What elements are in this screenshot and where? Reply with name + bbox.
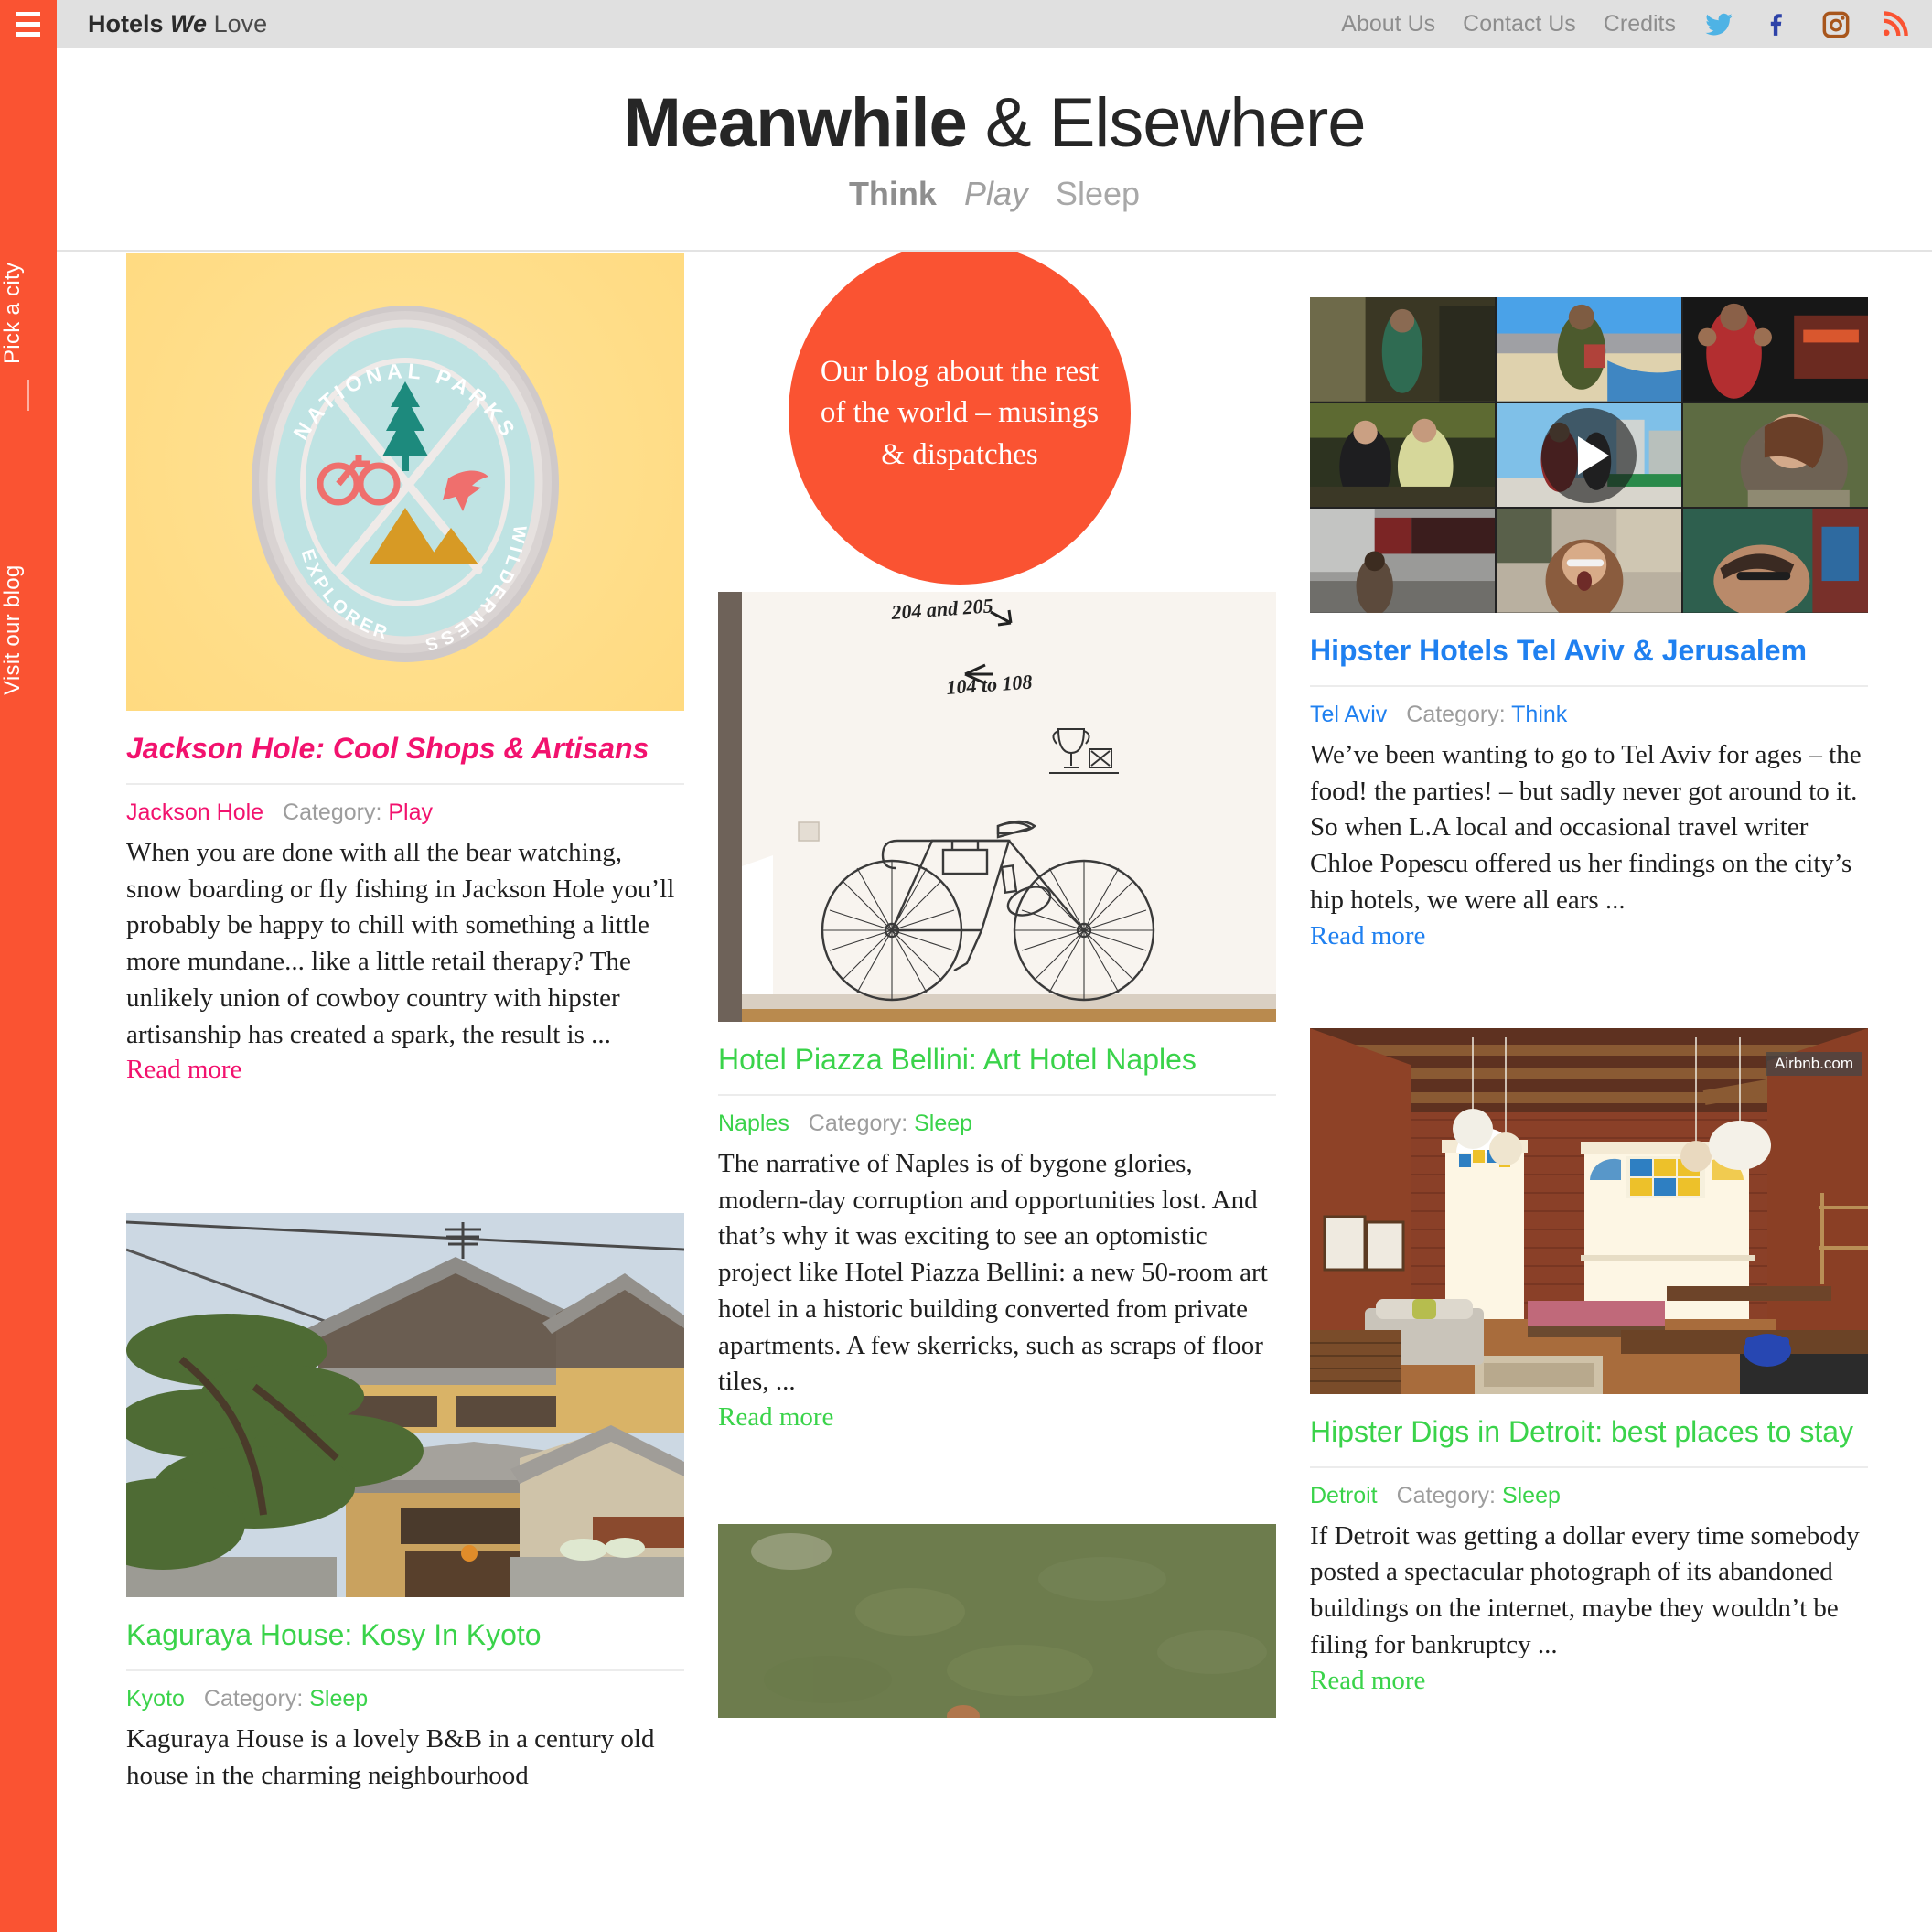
hamburger-bar bbox=[16, 32, 40, 37]
video-tile bbox=[1683, 297, 1868, 402]
video-tile bbox=[1497, 297, 1681, 402]
image-watermark: Airbnb.com bbox=[1766, 1051, 1862, 1076]
masthead: Meanwhile & Elsewhere Think Play Sleep bbox=[57, 48, 1932, 252]
article-title-naples[interactable]: Hotel Piazza Bellini: Art Hotel Naples bbox=[718, 1022, 1276, 1097]
article-card-kyoto[interactable]: Kaguraya House: Kosy In Kyoto Kyoto Cate… bbox=[126, 1213, 684, 1794]
read-more-link-naples[interactable]: Read more bbox=[718, 1402, 833, 1433]
title-meanwhile: Meanwhile bbox=[623, 84, 967, 162]
hamburger-bar bbox=[16, 12, 40, 16]
tagline-think[interactable]: Think bbox=[849, 175, 937, 213]
article-category[interactable]: Sleep bbox=[914, 1111, 972, 1136]
site-logo[interactable]: Hotels We Love bbox=[88, 10, 267, 38]
logo-word-hotels: Hotels bbox=[88, 10, 164, 38]
article-meta-kyoto: Kyoto Category: Sleep bbox=[126, 1671, 684, 1722]
sidebar-pick-a-city[interactable]: Pick a city bbox=[0, 99, 57, 364]
article-title-detroit[interactable]: Hipster Digs in Detroit: best places to … bbox=[1310, 1394, 1868, 1468]
article-card-naples[interactable]: 204 and 205 104 to 108 Hotel Piazza Bell… bbox=[718, 592, 1276, 1433]
article-excerpt-naples: The narrative of Naples is of bygone glo… bbox=[718, 1149, 1268, 1397]
read-more-link-tel-aviv[interactable]: Read more bbox=[1310, 921, 1425, 951]
article-category-label: Category: bbox=[808, 1111, 908, 1137]
article-place[interactable]: Kyoto bbox=[126, 1686, 185, 1712]
article-category[interactable]: Sleep bbox=[1502, 1483, 1561, 1508]
article-place[interactable]: Tel Aviv bbox=[1310, 702, 1387, 727]
article-category[interactable]: Sleep bbox=[309, 1686, 368, 1712]
article-category[interactable]: Play bbox=[388, 800, 433, 825]
top-bar: Hotels We Love About Us Contact Us Credi… bbox=[57, 0, 1932, 48]
blog-promo-text: Our blog about the rest of the world – m… bbox=[820, 354, 1100, 471]
read-more-link-jackson-hole[interactable]: Read more bbox=[126, 1055, 242, 1085]
article-image-tel-aviv[interactable] bbox=[1310, 297, 1868, 613]
article-title-jackson-hole[interactable]: Jackson Hole: Cool Shops & Artisans bbox=[126, 711, 684, 786]
article-excerpt-detroit: If Detroit was getting a dollar every ti… bbox=[1310, 1520, 1860, 1659]
article-category-label: Category: bbox=[203, 1686, 304, 1712]
rss-icon[interactable] bbox=[1879, 9, 1910, 40]
tagline-sleep[interactable]: Sleep bbox=[1056, 175, 1140, 213]
article-image-grass[interactable] bbox=[718, 1524, 1276, 1719]
nav-link-contact-us[interactable]: Contact Us bbox=[1463, 11, 1576, 38]
left-sidebar-rail: Pick a city Visit our blog bbox=[0, 0, 57, 1932]
article-image-naples[interactable]: 204 and 205 104 to 108 bbox=[718, 592, 1276, 1022]
article-place[interactable]: Naples bbox=[718, 1111, 789, 1136]
logo-word-love: Love bbox=[213, 10, 268, 38]
article-grid: Our blog about the rest of the world – m… bbox=[57, 242, 1932, 1932]
article-title-tel-aviv[interactable]: Hipster Hotels Tel Aviv & Jerusalem bbox=[1310, 613, 1868, 688]
article-category-label: Category: bbox=[1406, 702, 1506, 728]
nav-link-credits[interactable]: Credits bbox=[1604, 11, 1676, 38]
sidebar-divider bbox=[27, 380, 29, 411]
video-tile bbox=[1497, 509, 1681, 613]
article-card-jackson-hole[interactable]: NATIONAL PARKS EXPLORER WILDERNESS Jacks… bbox=[126, 253, 684, 1085]
article-excerpt-jackson-hole: When you are done with all the bear watc… bbox=[126, 838, 675, 1049]
title-elsewhere: & Elsewhere bbox=[984, 84, 1367, 162]
article-image-kyoto[interactable] bbox=[126, 1213, 684, 1598]
video-tile bbox=[1683, 402, 1868, 508]
hamburger-menu-icon[interactable] bbox=[0, 0, 57, 48]
article-excerpt-tel-aviv: We’ve been wanting to go to Tel Aviv for… bbox=[1310, 740, 1862, 915]
video-tile bbox=[1683, 509, 1868, 613]
article-card-tel-aviv[interactable]: Hipster Hotels Tel Aviv & Jerusalem Tel … bbox=[1310, 297, 1868, 951]
article-place[interactable]: Jackson Hole bbox=[126, 800, 263, 825]
article-card-detroit[interactable]: Airbnb.com Hipster Digs in Detroit: best… bbox=[1310, 1027, 1868, 1696]
read-more-link-detroit[interactable]: Read more bbox=[1310, 1666, 1425, 1696]
grid-column-left: NATIONAL PARKS EXPLORER WILDERNESS Jacks… bbox=[126, 253, 684, 1804]
facebook-icon[interactable] bbox=[1762, 9, 1793, 40]
twitter-icon[interactable] bbox=[1703, 9, 1734, 40]
instagram-icon[interactable] bbox=[1820, 9, 1852, 40]
article-place[interactable]: Detroit bbox=[1310, 1483, 1378, 1508]
tagline-play[interactable]: Play bbox=[964, 175, 1028, 213]
article-meta-naples: Naples Category: Sleep bbox=[718, 1096, 1276, 1146]
video-tile bbox=[1310, 509, 1495, 613]
logo-word-we: We bbox=[170, 10, 208, 38]
tagline: Think Play Sleep bbox=[57, 175, 1932, 213]
top-navigation: About Us Contact Us Credits bbox=[1341, 9, 1910, 40]
blog-promo-badge[interactable]: Our blog about the rest of the world – m… bbox=[789, 242, 1131, 585]
article-title-kyoto[interactable]: Kaguraya House: Kosy In Kyoto bbox=[126, 1597, 684, 1672]
article-image-detroit[interactable]: Airbnb.com bbox=[1310, 1027, 1868, 1394]
nav-link-about-us[interactable]: About Us bbox=[1341, 11, 1435, 38]
article-meta-detroit: Detroit Category: Sleep bbox=[1310, 1468, 1868, 1519]
grid-column-right: Hipster Hotels Tel Aviv & Jerusalem Tel … bbox=[1310, 253, 1868, 1705]
page-title: Meanwhile & Elsewhere bbox=[57, 87, 1932, 160]
article-meta-tel-aviv: Tel Aviv Category: Think bbox=[1310, 687, 1868, 737]
article-meta-jackson-hole: Jackson Hole Category: Play bbox=[126, 785, 684, 835]
article-category[interactable]: Think bbox=[1511, 702, 1567, 727]
video-tile bbox=[1310, 402, 1495, 508]
article-card-grass[interactable] bbox=[718, 1524, 1276, 1719]
video-tile bbox=[1310, 297, 1495, 402]
article-image-jackson-hole[interactable]: NATIONAL PARKS EXPLORER WILDERNESS bbox=[126, 253, 684, 711]
hamburger-bar bbox=[16, 22, 40, 27]
article-category-label: Category: bbox=[283, 800, 382, 826]
article-excerpt-kyoto: Kaguraya House is a lovely B&B in a cent… bbox=[126, 1724, 655, 1791]
sidebar-visit-our-blog[interactable]: Visit our blog bbox=[0, 421, 57, 695]
play-button-icon[interactable] bbox=[1541, 407, 1637, 503]
article-category-label: Category: bbox=[1396, 1482, 1496, 1508]
